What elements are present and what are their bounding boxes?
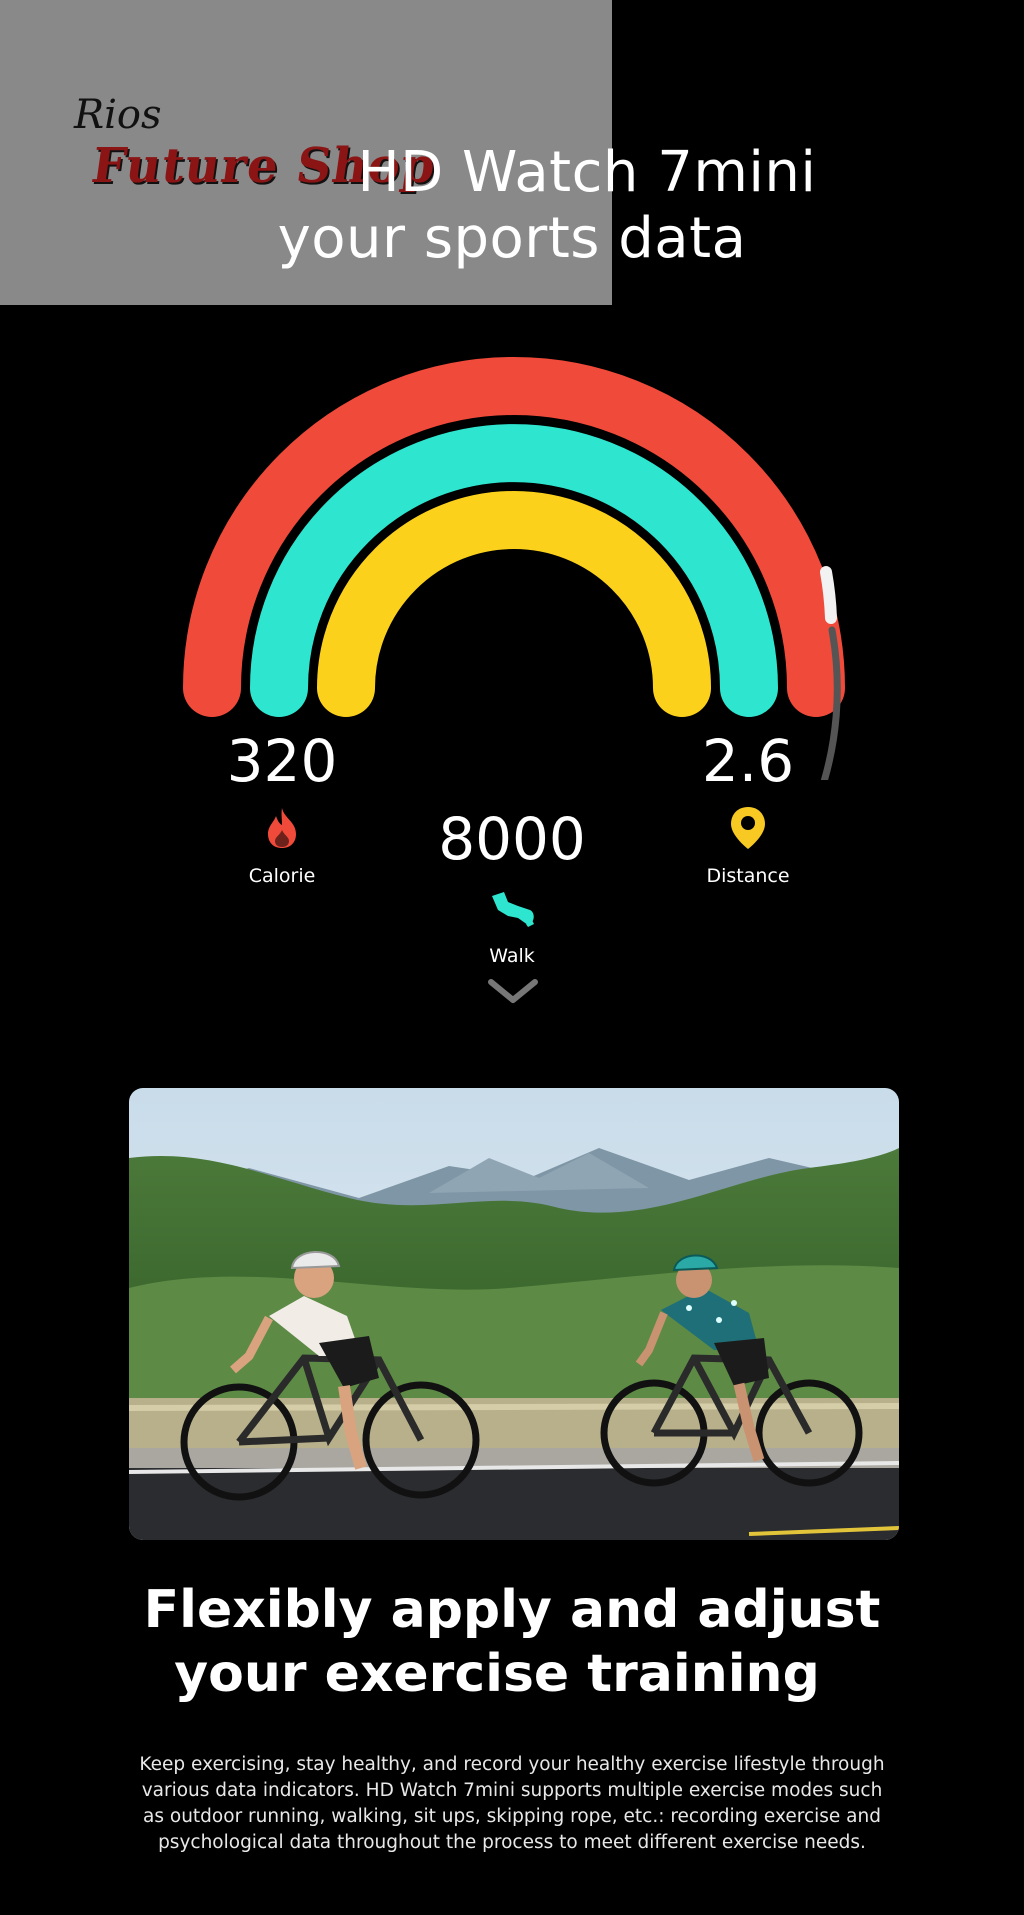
distance-label: Distance — [706, 865, 790, 887]
cycling-photo — [129, 1088, 899, 1540]
location-pin-icon — [731, 807, 765, 849]
distance-metric: 2.6 Distance — [668, 728, 828, 888]
distance-value: 2.6 — [701, 727, 795, 795]
description-line: psychological data throughout the proces… — [158, 1832, 866, 1853]
description-line: various data indicators. HD Watch 7mini … — [141, 1780, 883, 1801]
header-title-line2: your sports data — [277, 206, 747, 271]
section-title: Flexibly apply and adjust your exercise … — [0, 1578, 1024, 1706]
header-title-line1: HD Watch 7mini — [357, 140, 817, 205]
description-paragraph: Keep exercising, stay healthy, and recor… — [132, 1752, 892, 1856]
walk-label: Walk — [489, 945, 535, 967]
calorie-value: 320 — [226, 727, 338, 795]
flame-icon — [268, 808, 296, 848]
calorie-metric: 320 Calorie — [202, 728, 362, 888]
section-title-line2: your exercise training — [174, 1644, 820, 1704]
shoe-icon — [492, 892, 534, 927]
walk-metric: 8000 Walk — [412, 806, 612, 968]
calorie-label: Calorie — [248, 865, 316, 887]
walk-value: 8000 — [438, 805, 586, 873]
section-title-line1: Flexibly apply and adjust — [143, 1580, 881, 1640]
scroll-arc-thumb — [820, 566, 837, 624]
watermark-brand-top: Rios — [74, 92, 162, 138]
description-line: as outdoor running, walking, sit ups, sk… — [143, 1806, 881, 1827]
header-title: HD Watch 7mini your sports data — [0, 140, 1024, 272]
distance-ring — [317, 491, 711, 717]
activity-rings — [183, 357, 845, 780]
description-line: Keep exercising, stay healthy, and recor… — [139, 1754, 885, 1775]
chevron-down-icon[interactable] — [488, 978, 538, 1004]
